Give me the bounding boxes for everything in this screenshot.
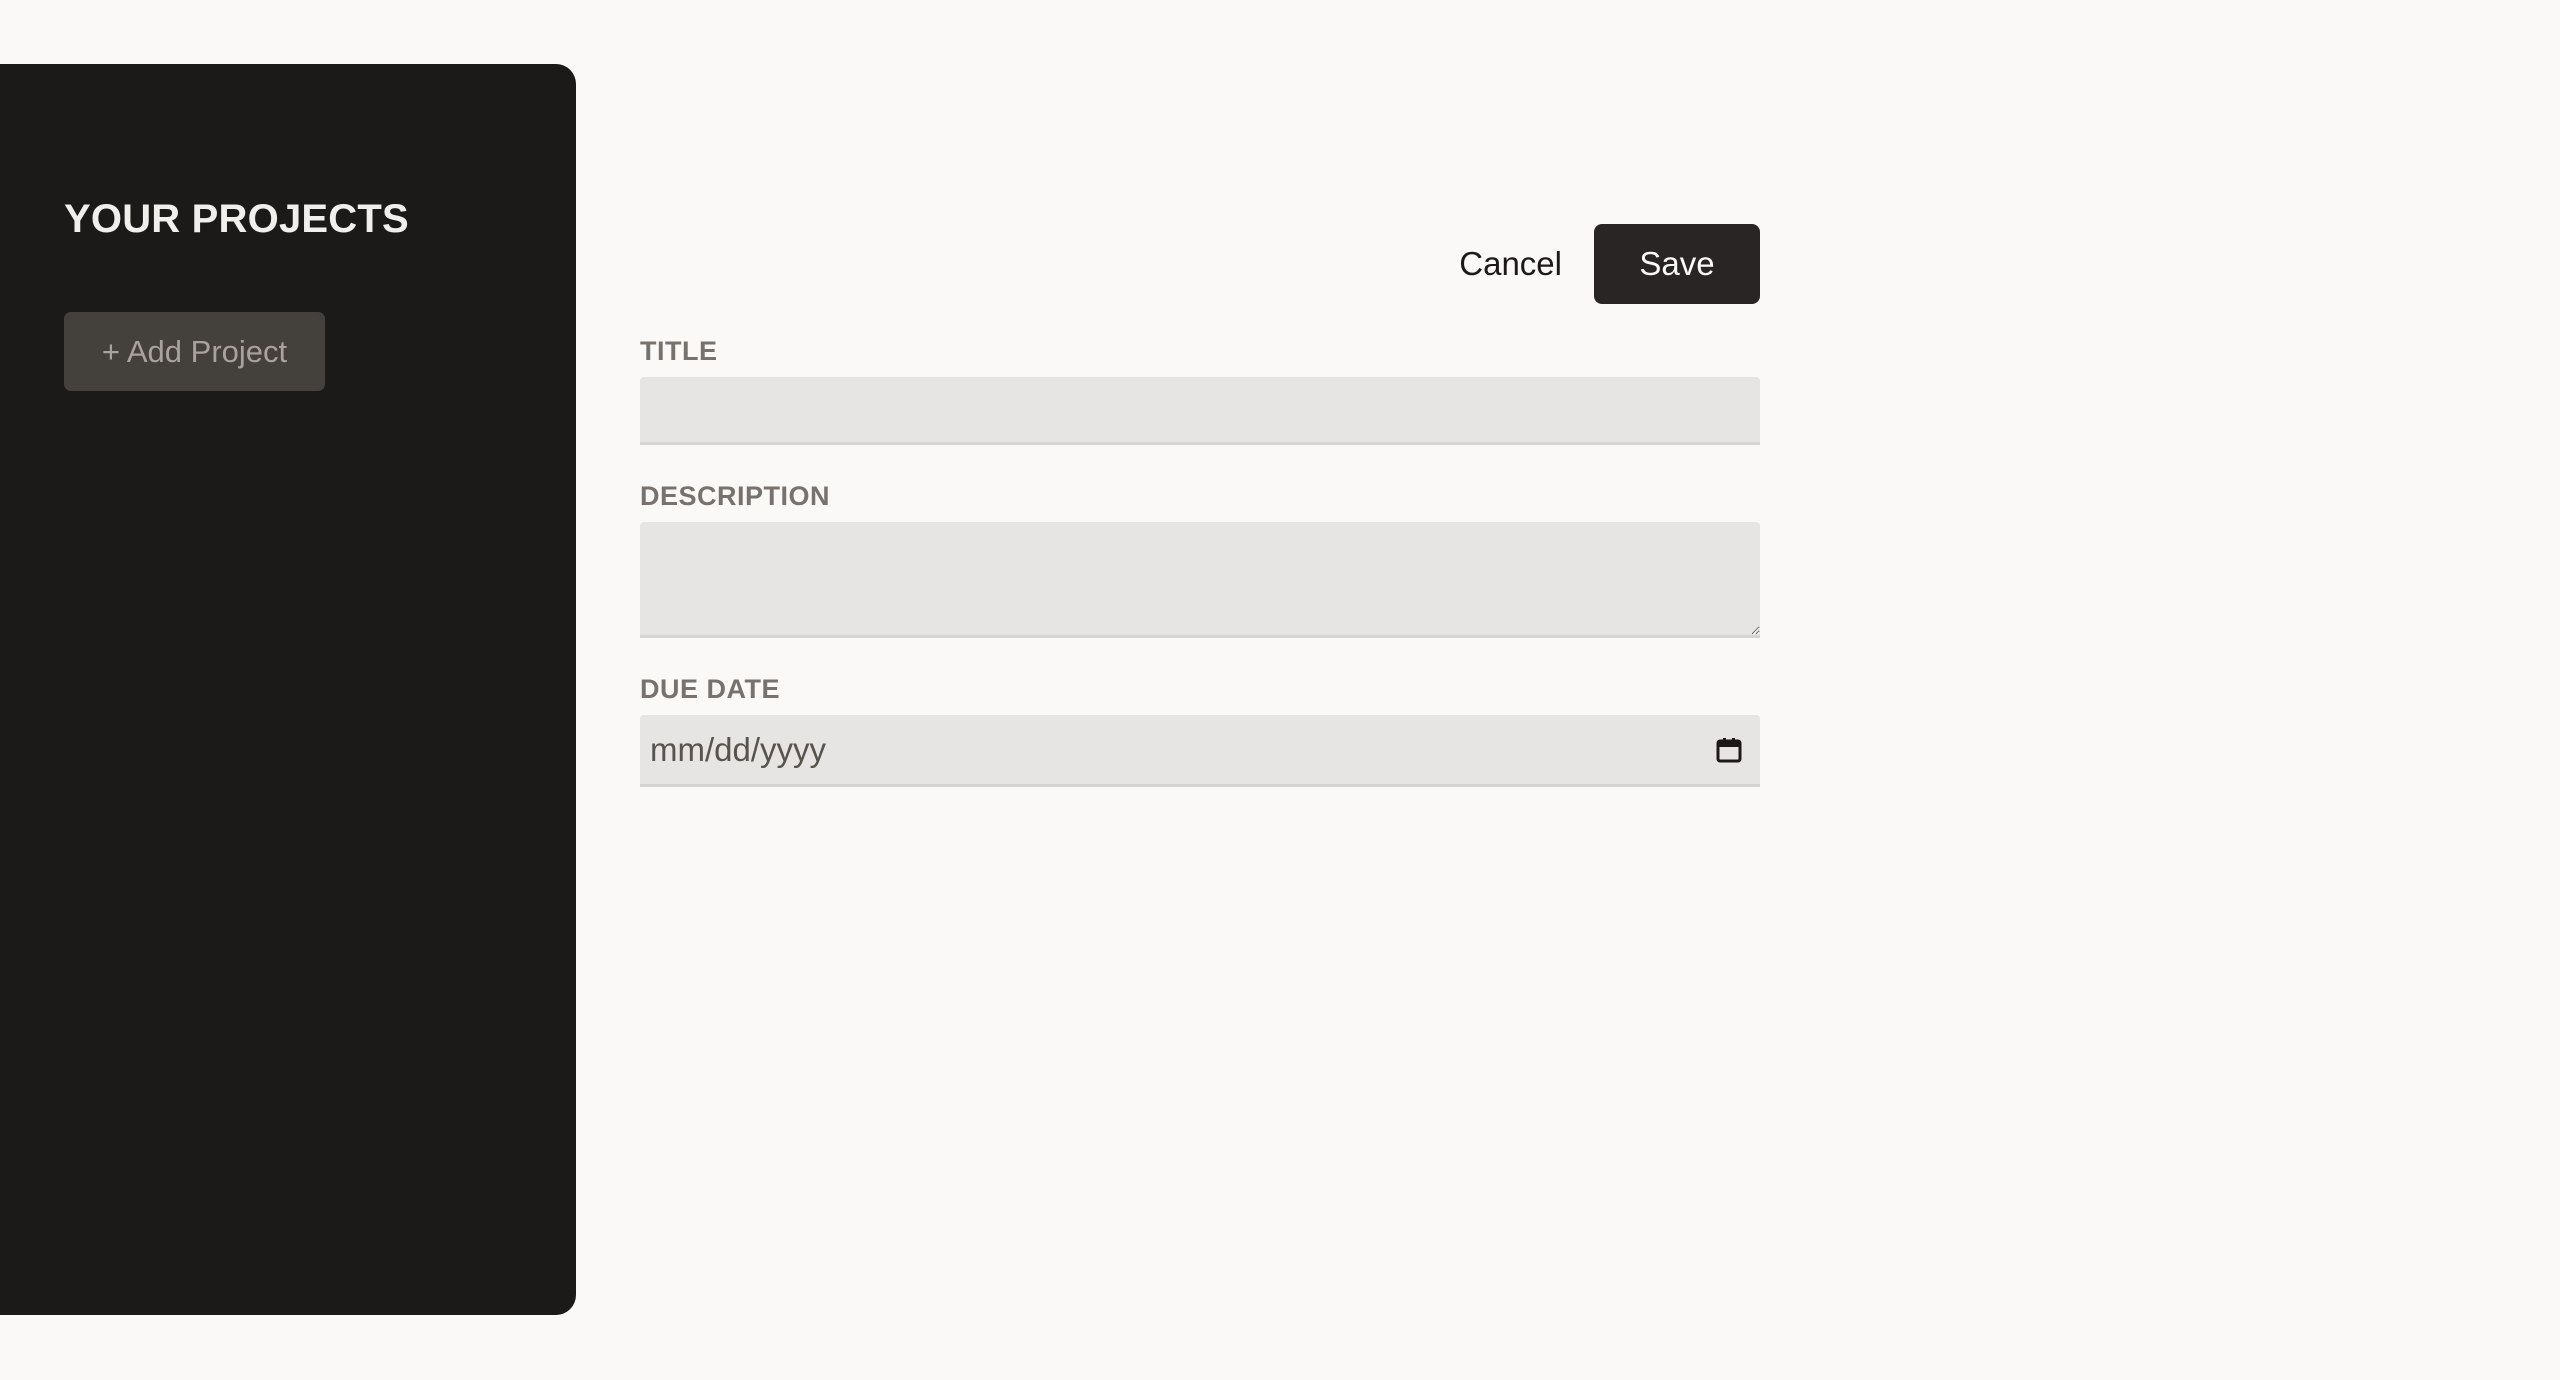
description-textarea[interactable]: [640, 522, 1760, 638]
title-field-group: TITLE: [640, 336, 1760, 445]
description-field-group: DESCRIPTION: [640, 481, 1760, 638]
save-button[interactable]: Save: [1594, 224, 1760, 304]
title-label: TITLE: [640, 336, 718, 366]
sidebar: YOUR PROJECTS + Add Project: [0, 64, 576, 1315]
description-label: DESCRIPTION: [640, 481, 831, 511]
cancel-button[interactable]: Cancel: [1445, 224, 1576, 304]
add-project-button[interactable]: + Add Project: [64, 312, 325, 391]
due-date-placeholder: mm/dd/yyyy: [650, 730, 827, 768]
sidebar-title: YOUR PROJECTS: [64, 197, 409, 241]
due-date-label: DUE DATE: [640, 674, 781, 704]
due-date-field-group: DUE DATE mm/dd/yyyy: [640, 674, 1760, 787]
calendar-icon[interactable]: [1712, 733, 1746, 767]
title-input[interactable]: [640, 377, 1760, 445]
form-actions: Cancel Save: [640, 224, 1760, 304]
due-date-input[interactable]: mm/dd/yyyy: [640, 715, 1760, 787]
new-project-form: Cancel Save TITLE DESCRIPTION DUE DATE m…: [640, 224, 1760, 787]
